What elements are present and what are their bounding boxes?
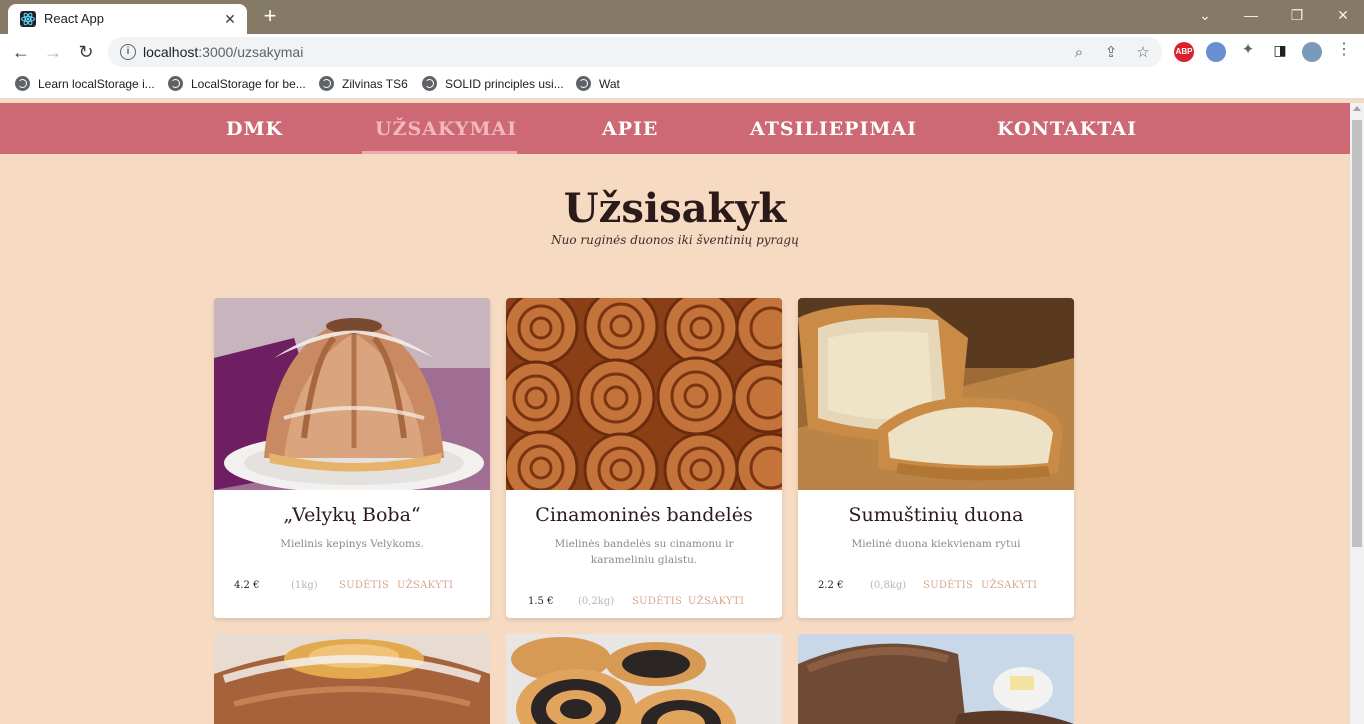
bookmark-item[interactable]: SOLID principles usi...	[422, 76, 564, 94]
product-title: Sumuštinių duona	[848, 504, 1024, 526]
product-weight: (0,2kg)	[578, 596, 615, 607]
bookmark-label: LocalStorage for be...	[191, 77, 306, 91]
product-title: „Velykų Boba“	[283, 504, 421, 526]
product-price: 2.2 €	[818, 580, 844, 591]
bookmark-label: Zilvinas TS6	[342, 77, 408, 91]
side-panel-icon[interactable]: ◨	[1270, 40, 1290, 60]
bookmark-label: Wat	[599, 77, 620, 91]
product-actions: 4.2 € (1kg) SUDĖTIS UŽSAKYTI	[234, 580, 474, 594]
globe-icon	[319, 76, 334, 91]
nav-item-atsiliepimai[interactable]: ATSILIEPIMAI	[750, 118, 917, 140]
bookmark-item[interactable]: Zilvinas TS6	[319, 76, 408, 94]
product-actions: 1.5 € (0,2kg) SUDĖTIS UŽSAKYTI	[528, 596, 768, 610]
bookmark-label: Learn localStorage i...	[38, 77, 155, 91]
order-button[interactable]: UŽSAKYTI	[981, 580, 1037, 591]
react-favicon-icon	[20, 11, 36, 27]
forward-arrow-icon[interactable]: →	[41, 40, 65, 64]
product-image-cinnamon-rolls	[506, 298, 782, 490]
url-host: localhost	[143, 44, 199, 60]
browser-toolbar: ← → ↻ i localhost:3000/uzsakymai ⌕ ⇪ ☆ A…	[0, 34, 1364, 70]
active-nav-underline	[362, 151, 517, 154]
nav-item-dmk[interactable]: DMK	[226, 118, 283, 140]
page-content: DMK UŽSAKYMAI APIE ATSILIEPIMAI KONTAKTA…	[0, 103, 1350, 724]
bookmark-item[interactable]: Learn localStorage i...	[15, 76, 155, 94]
ingredients-button[interactable]: SUDĖTIS	[923, 580, 973, 591]
site-navigation: DMK UŽSAKYMAI APIE ATSILIEPIMAI KONTAKTA…	[0, 103, 1350, 154]
product-price: 1.5 €	[528, 596, 554, 607]
profile-avatar[interactable]	[1302, 42, 1322, 62]
tab-title: React App	[44, 11, 104, 26]
zoom-icon[interactable]: ⌕	[1069, 43, 1089, 63]
back-arrow-icon[interactable]: ←	[9, 40, 33, 64]
product-title: Cinamoninės bandelės	[535, 504, 753, 526]
product-image-bundt-cake	[214, 634, 490, 724]
tab-close-icon[interactable]: ✕	[221, 10, 239, 28]
globe-icon	[168, 76, 183, 91]
globe-icon	[576, 76, 591, 91]
bookmark-item[interactable]: LocalStorage for be...	[168, 76, 306, 94]
order-button[interactable]: UŽSAKYTI	[688, 596, 744, 607]
product-image-poppy-rolls	[506, 634, 782, 724]
ingredients-button[interactable]: SUDĖTIS	[339, 580, 389, 591]
share-icon[interactable]: ⇪	[1101, 43, 1121, 63]
extensions-puzzle-icon[interactable]: ✦	[1238, 40, 1258, 60]
minimize-button[interactable]: —	[1231, 0, 1271, 30]
tab-search-icon[interactable]: ⌄	[1185, 0, 1225, 30]
address-bar[interactable]: i localhost:3000/uzsakymai ⌕ ⇪ ☆	[108, 37, 1162, 67]
nav-item-uzsakymai[interactable]: UŽSAKYMAI	[375, 118, 517, 140]
ingredients-button[interactable]: SUDĖTIS	[632, 596, 682, 607]
bookmark-star-icon[interactable]: ☆	[1133, 43, 1153, 63]
browser-menu-icon[interactable]: ⋮	[1334, 40, 1354, 60]
bookmark-item[interactable]: Wat	[576, 76, 620, 94]
browser-tab-active[interactable]: React App ✕	[8, 4, 247, 34]
page-subtitle: Nuo ruginės duonos iki šventinių pyragų	[551, 233, 799, 247]
url-text[interactable]: localhost:3000/uzsakymai	[143, 44, 303, 60]
product-image-sandwich-bread	[798, 298, 1074, 490]
globe-icon	[15, 76, 30, 91]
page-title: Užsisakyk	[563, 185, 787, 232]
adblock-extension-icon[interactable]: ABP	[1174, 42, 1194, 62]
product-description: Mielinė duona kiekvienam rytui	[851, 538, 1021, 550]
bookmarks-bar: Learn localStorage i... LocalStorage for…	[0, 70, 1364, 99]
bookmark-label: SOLID principles usi...	[445, 77, 564, 91]
browser-tab-strip: React App ✕ + ⌄ — ❐ ✕	[0, 0, 1364, 34]
reload-icon[interactable]: ↻	[74, 40, 98, 64]
nav-item-apie[interactable]: APIE	[602, 118, 658, 140]
product-card-partial	[214, 634, 490, 724]
product-image-rye-bread	[798, 634, 1074, 724]
product-card-partial	[798, 634, 1074, 724]
scroll-up-arrow-icon[interactable]	[1353, 106, 1361, 111]
nav-item-kontaktai[interactable]: KONTAKTAI	[997, 118, 1137, 140]
maximize-button[interactable]: ❐	[1277, 0, 1317, 30]
page-scrollbar[interactable]	[1350, 103, 1364, 724]
product-weight: (1kg)	[291, 580, 318, 591]
order-button[interactable]: UŽSAKYTI	[397, 580, 453, 591]
extension-icon[interactable]	[1206, 42, 1226, 62]
product-card-partial	[506, 634, 782, 724]
globe-icon	[422, 76, 437, 91]
product-description: Mielinis kepinys Velykoms.	[280, 538, 424, 550]
new-tab-button[interactable]: +	[258, 5, 282, 29]
product-weight: (0,8kg)	[870, 580, 907, 591]
product-card: Sumuštinių duona Mielinė duona kiekviena…	[798, 298, 1074, 618]
product-description: Mielinės bandelės su cinamonu ir karamel…	[554, 538, 734, 566]
product-card: Cinamoninės bandelės Mielinės bandelės s…	[506, 298, 782, 618]
product-actions: 2.2 € (0,8kg) SUDĖTIS UŽSAKYTI	[818, 580, 1058, 594]
url-path: :3000/uzsakymai	[198, 44, 304, 60]
scrollbar-thumb[interactable]	[1352, 120, 1362, 547]
close-window-button[interactable]: ✕	[1323, 0, 1363, 30]
product-price: 4.2 €	[234, 580, 260, 591]
product-card: „Velykų Boba“ Mielinis kepinys Velykoms.…	[214, 298, 490, 618]
site-info-icon[interactable]: i	[120, 44, 136, 60]
product-image-easter-cake	[214, 298, 490, 490]
